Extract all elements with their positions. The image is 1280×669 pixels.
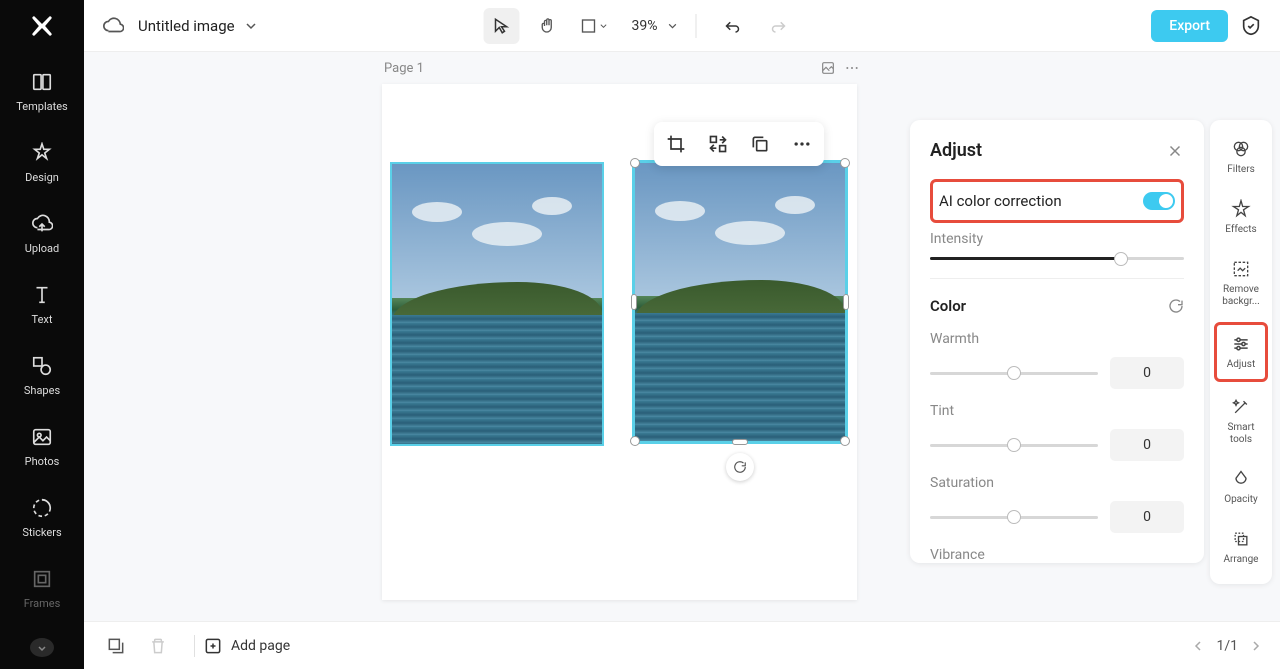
divider [194, 635, 195, 657]
divider [696, 14, 697, 38]
resize-handle-tr[interactable] [840, 158, 850, 168]
reset-color-button[interactable] [1168, 298, 1184, 314]
page-header: Page 1 [384, 60, 860, 76]
page-indicator: 1/1 [1216, 638, 1238, 654]
resize-handle-tl[interactable] [630, 158, 640, 168]
rail-opacity[interactable]: Opacity [1214, 460, 1268, 514]
nav-collapse[interactable] [30, 638, 54, 657]
panel-title: Adjust [930, 140, 982, 161]
rail-arrange[interactable]: Arrange [1214, 520, 1268, 574]
top-bar: Untitled image 39% Export [84, 0, 1280, 52]
nav-shapes[interactable]: Shapes [24, 354, 60, 397]
nav-text-label: Text [32, 313, 53, 326]
ai-color-highlight: AI color correction [930, 179, 1184, 223]
nav-frames[interactable]: Frames [24, 567, 61, 610]
canvas-area[interactable]: Page 1 [84, 52, 1280, 621]
rail-remove-bg[interactable]: Remove backgr... [1214, 250, 1268, 316]
app-logo[interactable] [26, 12, 58, 40]
warmth-label: Warmth [930, 331, 1184, 347]
rail-adjust[interactable]: Adjust [1214, 322, 1268, 382]
chevron-down-icon [668, 21, 678, 31]
redo-button[interactable] [761, 8, 797, 44]
rail-effects[interactable]: Effects [1214, 190, 1268, 244]
saturation-label: Saturation [930, 475, 1184, 491]
nav-templates-label: Templates [16, 100, 67, 113]
intensity-label: Intensity [930, 231, 1184, 247]
resize-handle-lm[interactable] [631, 294, 637, 310]
resize-handle-rm[interactable] [843, 294, 849, 310]
page-label: Page 1 [384, 61, 424, 76]
nav-stickers-label: Stickers [22, 526, 61, 539]
divider [930, 278, 1184, 279]
frame-tool[interactable] [576, 8, 612, 44]
saturation-slider[interactable] [930, 516, 1098, 519]
floating-toolbar [654, 122, 824, 166]
saturation-value[interactable]: 0 [1110, 501, 1184, 533]
tint-label: Tint [930, 403, 1184, 419]
adjust-panel: Adjust AI color correction Intensity Col… [910, 120, 1204, 563]
export-button[interactable]: Export [1151, 10, 1228, 42]
bottom-bar: Add page 1/1 [84, 621, 1280, 669]
left-sidebar: Templates Design Upload Text Shapes Phot… [0, 0, 84, 669]
tint-value[interactable]: 0 [1110, 429, 1184, 461]
duplicate-button[interactable] [746, 130, 774, 158]
cloud-sync-icon[interactable] [102, 15, 124, 37]
image-right-selected[interactable] [632, 160, 848, 444]
nav-stickers[interactable]: Stickers [22, 496, 61, 539]
hand-tool[interactable] [530, 8, 566, 44]
layers-button[interactable] [102, 632, 130, 660]
warmth-value[interactable]: 0 [1110, 357, 1184, 389]
select-tool[interactable] [484, 8, 520, 44]
intensity-slider[interactable] [930, 257, 1184, 260]
ai-toggle-label: AI color correction [939, 192, 1062, 210]
document-title-text: Untitled image [138, 17, 235, 35]
zoom-control[interactable]: 39% [632, 18, 678, 34]
crop-button[interactable] [662, 130, 690, 158]
resize-handle-br[interactable] [840, 436, 850, 446]
zoom-value: 39% [632, 18, 658, 34]
nav-shapes-label: Shapes [24, 384, 60, 397]
nav-photos-label: Photos [25, 455, 60, 468]
next-page[interactable] [1250, 640, 1262, 652]
tint-slider[interactable] [930, 444, 1098, 447]
nav-upload-label: Upload [25, 242, 59, 255]
vibrance-label: Vibrance [930, 547, 1184, 563]
right-rail: Filters Effects Remove backgr... Adjust … [1210, 120, 1272, 584]
rail-filters[interactable]: Filters [1214, 130, 1268, 184]
prev-page[interactable] [1192, 640, 1204, 652]
add-page-button[interactable]: Add page [203, 636, 290, 656]
nav-upload[interactable]: Upload [25, 212, 59, 255]
nav-frames-label: Frames [24, 597, 61, 610]
undo-button[interactable] [715, 8, 751, 44]
ai-toggle[interactable] [1143, 192, 1175, 210]
add-page-label: Add page [231, 638, 290, 654]
nav-text[interactable]: Text [30, 283, 54, 326]
resize-handle-bm[interactable] [732, 439, 748, 445]
nav-design[interactable]: Design [25, 141, 59, 184]
close-button[interactable] [1166, 142, 1184, 160]
delete-button[interactable] [144, 632, 172, 660]
warmth-slider[interactable] [930, 372, 1098, 375]
rail-smart-tools[interactable]: Smart tools [1214, 388, 1268, 454]
nav-photos[interactable]: Photos [25, 425, 60, 468]
more-icon[interactable] [844, 60, 860, 76]
more-button[interactable] [788, 130, 816, 158]
replace-button[interactable] [704, 130, 732, 158]
document-title[interactable]: Untitled image [138, 17, 257, 35]
shield-icon[interactable] [1240, 15, 1262, 37]
color-section-title: Color [930, 297, 966, 315]
resize-handle-bl[interactable] [630, 436, 640, 446]
image-left[interactable] [390, 162, 604, 446]
chevron-down-icon [245, 20, 257, 32]
nav-design-label: Design [25, 171, 59, 184]
rotate-handle[interactable] [726, 453, 754, 481]
nav-templates[interactable]: Templates [16, 70, 67, 113]
page-thumb-icon[interactable] [820, 60, 836, 76]
